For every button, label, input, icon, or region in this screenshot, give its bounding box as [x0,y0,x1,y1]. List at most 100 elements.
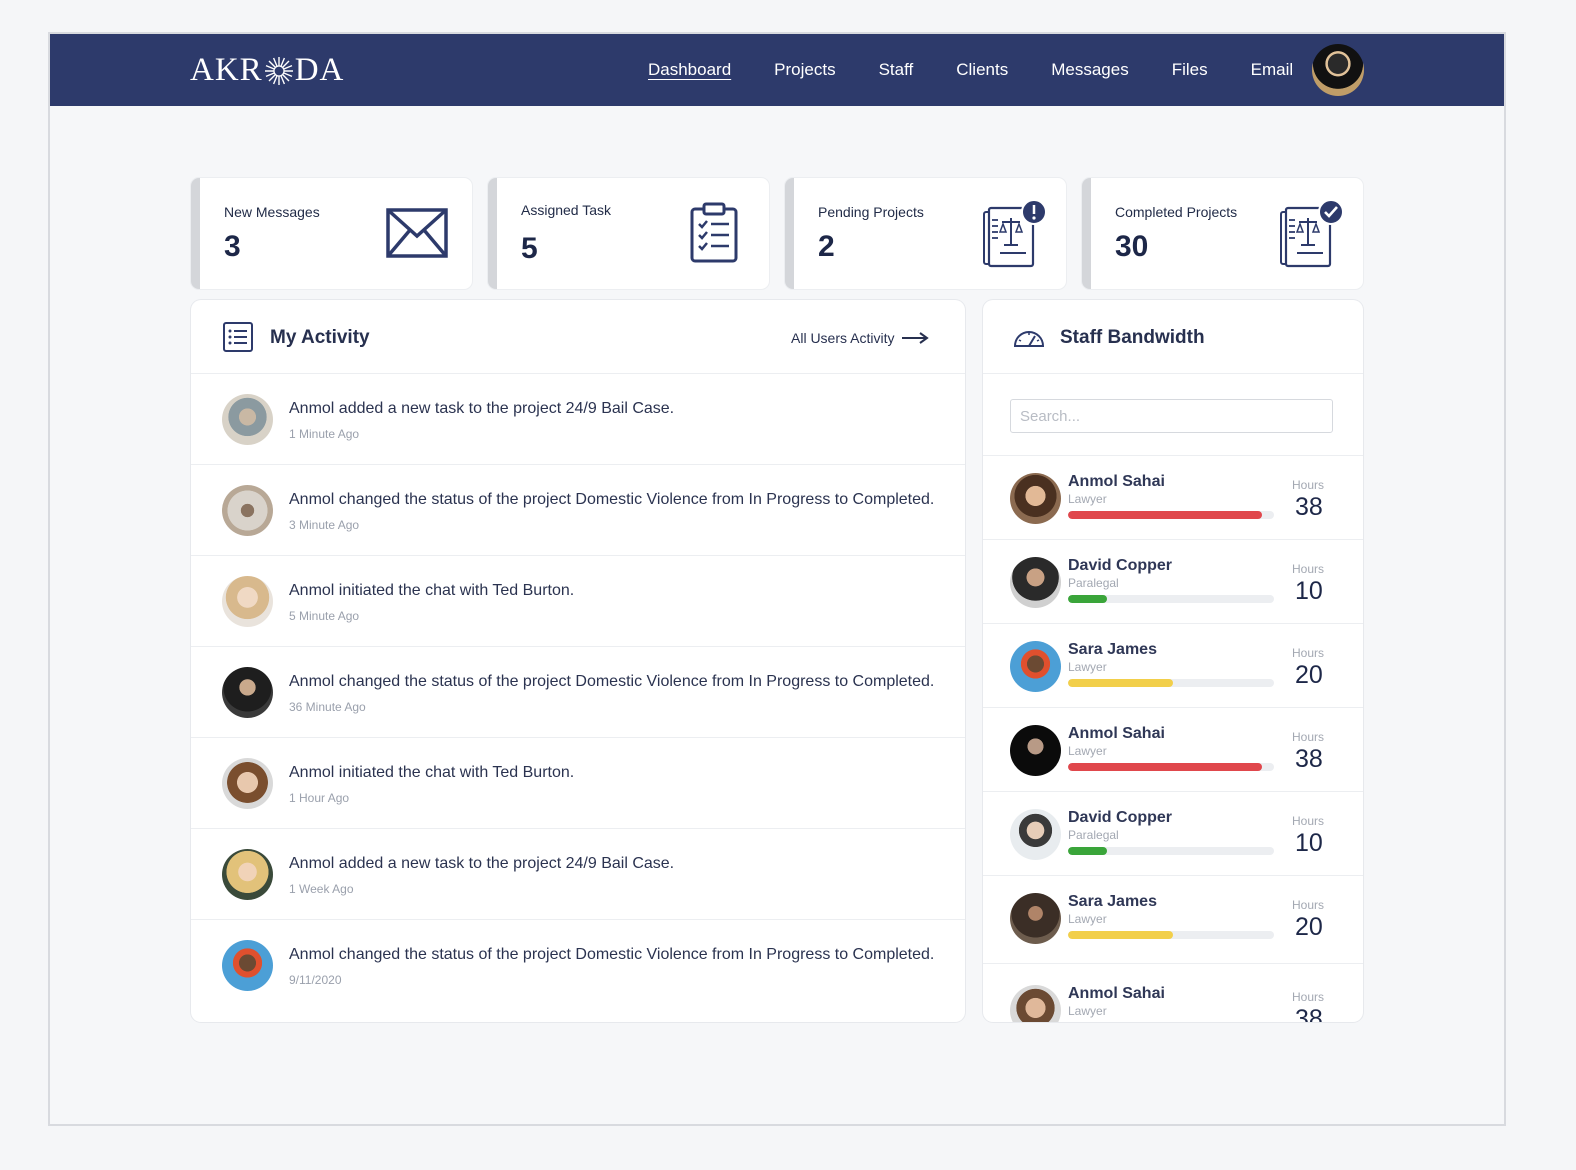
staff-avatar [1010,473,1061,524]
hours-bar [1068,847,1274,855]
activity-time: 1 Hour Ago [289,791,350,805]
hours-bar-fill [1068,511,1262,519]
arrow-right-icon [902,332,930,344]
stat-value: 30 [1115,230,1149,263]
my-activity-panel: My Activity All Users Activity Anmol add… [191,300,965,1022]
activity-text: Anmol changed the status of the project … [289,946,935,963]
activity-text: Anmol added a new task to the project 24… [289,855,675,872]
staff-name: Sara James [1068,641,1157,658]
activity-avatar [222,667,273,718]
hours-label: Hours [1292,814,1325,828]
activity-title: My Activity [270,327,370,348]
activity-item[interactable]: Anmol added a new task to the project 24… [191,829,965,920]
nav-projects[interactable]: Projects [774,60,835,80]
sun-emblem-icon [264,56,293,85]
hours-label: Hours [1292,730,1325,744]
hours-value: 20 [1295,661,1323,689]
activity-time: 1 Minute Ago [289,427,360,441]
activity-header: My Activity All Users Activity [191,300,965,374]
staff-row[interactable]: Anmol Sahai Lawyer Hours 38 [983,964,1363,1022]
hours-bar [1068,763,1274,771]
nav-staff[interactable]: Staff [879,60,914,80]
nav-email[interactable]: Email [1251,60,1294,80]
activity-time: 5 Minute Ago [289,609,360,623]
activity-item[interactable]: Anmol initiated the chat with Ted Burton… [191,738,965,829]
staff-row[interactable]: David Copper Paralegal Hours 10 [983,792,1363,876]
hours-bar-fill [1068,847,1108,855]
staff-name: Anmol Sahai [1068,725,1165,742]
stat-card-assigned-task[interactable]: Assigned Task 5 [488,178,769,289]
user-avatar[interactable] [1312,44,1364,96]
hours-label: Hours [1292,478,1325,492]
nav-files[interactable]: Files [1172,60,1208,80]
hours-bar-fill [1068,595,1108,603]
staff-role: Lawyer [1068,492,1107,506]
staff-row[interactable]: Anmol Sahai Lawyer Hours 38 [983,456,1363,540]
stat-card-new-messages[interactable]: New Messages 3 [191,178,472,289]
activity-avatar [222,394,273,445]
hours-bar [1068,931,1274,939]
activity-time: 1 Week Ago [289,882,354,896]
activity-text: Anmol added a new task to the project 24… [289,400,675,417]
all-users-activity-link[interactable]: All Users Activity [791,330,930,346]
hours-value: 10 [1295,577,1323,605]
hours-value: 38 [1295,1005,1323,1022]
hours-label: Hours [1292,990,1325,1004]
staff-avatar [1010,725,1061,776]
staff-name: David Copper [1068,809,1173,826]
staff-avatar [1010,809,1061,860]
activity-item[interactable]: Anmol changed the status of the project … [191,647,965,738]
staff-row[interactable]: David Copper Paralegal Hours 10 [983,540,1363,624]
activity-avatar [222,940,273,991]
bandwidth-header: Staff Bandwidth [983,300,1363,374]
stat-label: New Messages [224,204,320,220]
hours-bar-fill [1068,679,1174,687]
staff-role: Lawyer [1068,1004,1107,1018]
activity-avatar [222,758,273,809]
hours-bar [1068,595,1274,603]
top-navbar: AKR DA Dashboard Projects Staff Clients … [50,34,1504,106]
activity-item[interactable]: Anmol changed the status of the project … [191,465,965,556]
app-window: AKR DA Dashboard Projects Staff Clients … [48,32,1506,1126]
staff-role: Paralegal [1068,576,1119,590]
stat-label: Assigned Task [521,202,612,218]
envelope-icon [386,208,448,258]
hours-label: Hours [1292,562,1325,576]
staff-name: Anmol Sahai [1068,985,1165,1002]
staff-name: David Copper [1068,557,1173,574]
activity-item[interactable]: Anmol initiated the chat with Ted Burton… [191,556,965,647]
hours-bar-fill [1068,931,1174,939]
activity-avatar [222,576,273,627]
staff-row[interactable]: Sara James Lawyer Hours 20 [983,624,1363,708]
completed-document-icon [1280,199,1344,268]
staff-name: Sara James [1068,893,1157,910]
activity-item[interactable]: Anmol added a new task to the project 24… [191,374,965,465]
activity-time: 9/11/2020 [289,973,342,987]
nav-clients[interactable]: Clients [956,60,1008,80]
activity-avatar [222,849,273,900]
staff-role: Lawyer [1068,912,1107,926]
staff-role: Lawyer [1068,744,1107,758]
stat-label: Completed Projects [1115,204,1238,220]
activity-item[interactable]: Anmol changed the status of the project … [191,920,965,1011]
stat-card-pending-projects[interactable]: Pending Projects 2 [785,178,1066,289]
staff-avatar [1010,985,1061,1022]
hours-value: 38 [1295,745,1323,773]
stat-card-completed-projects[interactable]: Completed Projects 30 [1082,178,1363,289]
staff-row[interactable]: Sara James Lawyer Hours 20 [983,876,1363,964]
staff-role: Paralegal [1068,828,1119,842]
stat-value: 3 [224,230,241,263]
nav-messages[interactable]: Messages [1051,60,1128,80]
activity-text: Anmol initiated the chat with Ted Burton… [289,582,575,599]
nav-dashboard[interactable]: Dashboard [648,60,731,80]
akroda-logo[interactable]: AKR DA [190,52,344,89]
list-icon [223,322,253,352]
pending-document-icon [983,199,1047,268]
staff-row[interactable]: Anmol Sahai Lawyer Hours 38 [983,708,1363,792]
hours-bar [1068,679,1274,687]
hours-bar [1068,511,1274,519]
staff-avatar [1010,893,1061,944]
staff-avatar [1010,641,1061,692]
staff-search-input[interactable] [1010,399,1333,433]
activity-time: 3 Minute Ago [289,518,360,532]
